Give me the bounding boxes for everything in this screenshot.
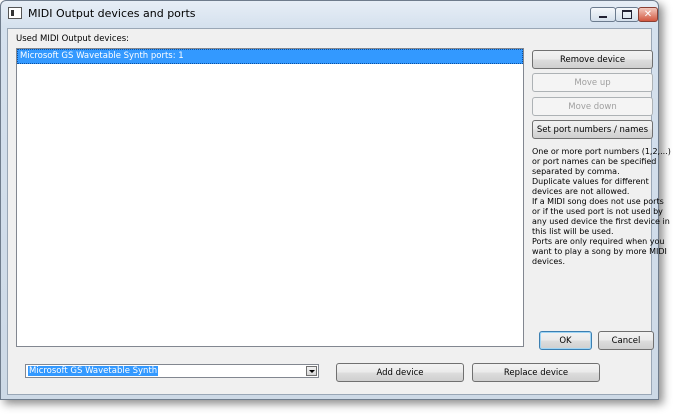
used-devices-label: Used MIDI Output devices: xyxy=(16,34,130,44)
help-line: devices. xyxy=(532,257,565,266)
device-select[interactable]: Microsoft GS Wavetable Synth xyxy=(25,364,319,378)
window-title: MIDI Output devices and ports xyxy=(28,7,196,20)
help-line: Duplicate values for different xyxy=(532,177,649,186)
app-icon xyxy=(8,7,22,19)
close-icon: ✕ xyxy=(643,8,653,20)
maximize-icon xyxy=(622,10,632,19)
help-line: If a MIDI song does not use ports xyxy=(532,197,664,206)
maximize-button[interactable] xyxy=(615,7,639,22)
chevron-down-icon xyxy=(308,369,315,373)
dropdown-arrow-button[interactable] xyxy=(306,366,317,376)
help-line: want to play a song by more MIDI xyxy=(532,247,667,256)
list-item[interactable]: Microsoft GS Wavetable Synth ports: 1 xyxy=(17,49,523,64)
device-select-value: Microsoft GS Wavetable Synth xyxy=(28,366,159,376)
help-line: this list will be used. xyxy=(532,227,614,236)
help-line: or if the used port is not used by xyxy=(532,207,663,216)
minimize-icon xyxy=(599,16,607,18)
help-line: any used device the first device in xyxy=(532,217,670,226)
help-line: separated by comma. xyxy=(532,167,620,176)
help-line: One or more port numbers (1,2,...) xyxy=(532,147,671,156)
close-button[interactable]: ✕ xyxy=(638,7,658,22)
help-line: devices are not allowed. xyxy=(532,187,630,196)
dialog-client-area: Used MIDI Output devices: Microsoft GS W… xyxy=(7,28,671,395)
remove-device-button[interactable]: Remove device xyxy=(532,50,653,69)
add-device-button[interactable]: Add device xyxy=(336,363,464,382)
minimize-button[interactable] xyxy=(590,7,616,22)
cancel-button[interactable]: Cancel xyxy=(598,331,654,350)
move-up-button[interactable]: Move up xyxy=(532,73,653,92)
ok-button[interactable]: OK xyxy=(539,331,592,350)
replace-device-button[interactable]: Replace device xyxy=(472,363,600,382)
help-line: or port names can be specified xyxy=(532,157,657,166)
set-port-numbers-button[interactable]: Set port numbers / names xyxy=(532,120,653,139)
ports-help-text: One or more port numbers (1,2,...) or po… xyxy=(532,147,671,267)
midi-output-dialog: MIDI Output devices and ports ✕ Used MID… xyxy=(0,0,671,400)
move-down-button[interactable]: Move down xyxy=(532,97,653,116)
title-bar[interactable]: MIDI Output devices and ports ✕ xyxy=(1,1,658,29)
help-line: Ports are only required when you xyxy=(532,237,665,246)
used-devices-list[interactable]: Microsoft GS Wavetable Synth ports: 1 xyxy=(16,48,524,347)
